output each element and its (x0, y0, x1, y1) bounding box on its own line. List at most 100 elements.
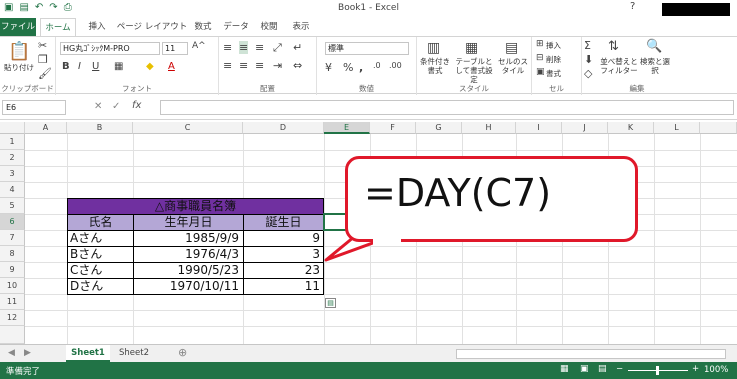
paste-button[interactable]: 貼り付け (2, 63, 36, 72)
insert-function-icon[interactable]: fx (132, 100, 141, 111)
row-header[interactable]: 11 (0, 294, 25, 310)
column-header[interactable]: H (462, 122, 516, 134)
tab-view[interactable]: 表示 (286, 18, 316, 36)
orientation-icon[interactable]: ⤢ (273, 41, 282, 55)
column-header[interactable]: F (370, 122, 416, 134)
table-cell[interactable]: 1976/4/3 (133, 246, 244, 263)
sheet-tab-sheet1[interactable]: Sheet1 (66, 345, 110, 362)
format-cells-button[interactable]: 書式 (546, 69, 576, 78)
table-cell[interactable]: Aさん (67, 230, 134, 247)
tab-home[interactable]: ホーム (40, 18, 76, 36)
align-middle-icon[interactable]: ≡ (239, 41, 249, 54)
align-center-icon[interactable]: ≡ (239, 59, 248, 72)
row-header[interactable]: 3 (0, 166, 25, 182)
find-select-button[interactable]: 検索と選択 (638, 57, 672, 75)
conditional-format-button[interactable]: 条件付き書式 (417, 57, 453, 75)
quick-analysis-icon[interactable]: ▤ (325, 298, 336, 308)
delete-cells-button[interactable]: 削除 (546, 55, 576, 64)
tab-page-layout[interactable]: ページ レイアウト (116, 18, 188, 36)
table-cell[interactable]: Dさん (67, 278, 134, 295)
table-cell[interactable]: Bさん (67, 246, 134, 263)
row-header[interactable]: 8 (0, 246, 25, 262)
row-header[interactable]: 5 (0, 198, 25, 214)
column-header[interactable]: J (562, 122, 608, 134)
zoom-out-icon[interactable]: − (616, 364, 623, 374)
currency-icon[interactable]: ¥ (325, 61, 332, 74)
table-cell[interactable]: 1990/5/23 (133, 262, 244, 279)
sort-filter-icon[interactable]: ⇅ (608, 39, 619, 54)
column-header[interactable]: E (324, 122, 370, 134)
name-box[interactable]: E6 (2, 100, 66, 115)
indent-icon[interactable]: ⇥ (273, 59, 282, 72)
align-bottom-icon[interactable]: ≡ (255, 41, 264, 54)
format-painter-icon[interactable]: 🖌 (38, 67, 52, 80)
italic-icon[interactable]: I (78, 61, 81, 72)
increase-decimal-icon[interactable]: .0 (373, 61, 381, 70)
wrap-text-icon[interactable]: ↵ (293, 41, 302, 54)
cut-icon[interactable]: ✂ (38, 39, 47, 52)
conditional-format-icon[interactable]: ▥ (427, 40, 440, 56)
insert-cells-icon[interactable]: ⊞ (536, 39, 544, 49)
paste-icon[interactable]: 📋 (8, 41, 30, 62)
table-cell[interactable]: Cさん (67, 262, 134, 279)
font-size-combo[interactable]: 11 (162, 42, 188, 55)
row-header[interactable]: 6 (0, 214, 25, 230)
page-break-view-icon[interactable]: ▤ (598, 364, 607, 374)
column-header[interactable]: G (416, 122, 462, 134)
sheet-tab-sheet2[interactable]: Sheet2 (112, 345, 156, 362)
add-sheet-icon[interactable]: ⊕ (178, 346, 187, 359)
table-cell[interactable]: 3 (243, 246, 324, 263)
column-header[interactable]: L (654, 122, 700, 134)
row-header[interactable]: 12 (0, 310, 25, 326)
row-header[interactable]: 7 (0, 230, 25, 246)
table-cell[interactable]: 23 (243, 262, 324, 279)
tab-insert[interactable]: 挿入 (82, 18, 112, 36)
row-header[interactable]: 1 (0, 134, 25, 150)
font-name-combo[interactable]: HG丸ｺﾞｼｯｸM-PRO (60, 42, 160, 55)
column-header[interactable]: A (25, 122, 67, 134)
copy-icon[interactable]: ❐ (38, 53, 48, 66)
zoom-in-icon[interactable]: + (692, 364, 699, 374)
page-layout-view-icon[interactable]: ▣ (580, 364, 589, 374)
row-header[interactable]: 9 (0, 262, 25, 278)
table-cell[interactable]: 11 (243, 278, 324, 295)
row-header[interactable]: 4 (0, 182, 25, 198)
table-cell[interactable]: 1970/10/11 (133, 278, 244, 295)
table-header[interactable]: 氏名 (67, 214, 134, 231)
tab-data[interactable]: データ (220, 18, 252, 36)
sort-filter-button[interactable]: 並べ替えとフィルター (600, 57, 638, 75)
normal-view-icon[interactable]: ▦ (560, 364, 569, 374)
table-cell[interactable]: 9 (243, 230, 324, 247)
merge-center-icon[interactable]: ⇔ (293, 59, 302, 72)
align-left-icon[interactable]: ≡ (223, 59, 232, 72)
font-color-icon[interactable]: A (168, 61, 175, 72)
border-icon[interactable]: ▦ (114, 61, 123, 72)
number-format-combo[interactable]: 標準 (325, 42, 409, 55)
format-as-table-button[interactable]: テーブルとして書式設定 (453, 57, 495, 84)
table-cell[interactable]: 1985/9/9 (133, 230, 244, 247)
column-header[interactable]: K (608, 122, 654, 134)
row-header[interactable]: 2 (0, 150, 25, 166)
help-icon[interactable]: ? (630, 1, 635, 12)
underline-icon[interactable]: U (92, 61, 99, 72)
next-sheet-icon[interactable]: ▶ (24, 348, 31, 358)
table-header[interactable]: 生年月日 (133, 214, 244, 231)
clear-icon[interactable]: ◇ (584, 67, 592, 80)
enter-icon[interactable]: ✓ (112, 101, 120, 112)
fill-icon[interactable]: ⬇ (584, 53, 593, 66)
bold-icon[interactable]: B (62, 61, 70, 72)
percent-icon[interactable]: % (343, 61, 353, 74)
insert-cells-button[interactable]: 挿入 (546, 41, 576, 50)
format-as-table-icon[interactable]: ▦ (465, 40, 478, 56)
column-header[interactable]: I (516, 122, 562, 134)
fill-color-icon[interactable]: ◆ (146, 61, 154, 72)
select-all[interactable] (0, 122, 25, 134)
align-top-icon[interactable]: ≡ (223, 41, 232, 54)
prev-sheet-icon[interactable]: ◀ (8, 348, 15, 358)
autosum-icon[interactable]: Σ (584, 39, 591, 52)
horizontal-scrollbar[interactable] (456, 349, 726, 359)
grow-font-icon[interactable]: A^ (192, 41, 206, 51)
zoom-level[interactable]: 100% (704, 365, 728, 375)
column-header[interactable]: B (67, 122, 133, 134)
cancel-icon[interactable]: ✕ (94, 101, 102, 112)
